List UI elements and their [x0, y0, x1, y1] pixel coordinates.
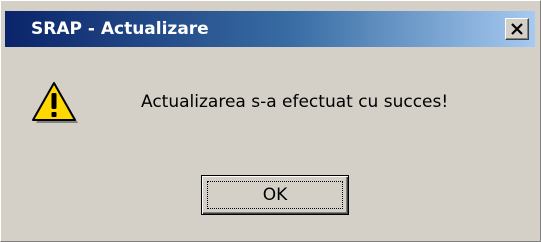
close-icon: [511, 23, 523, 35]
dialog-message: Actualizarea s-a efectuat cu succes!: [141, 92, 449, 112]
close-button[interactable]: [505, 18, 529, 40]
title-bar[interactable]: SRAP - Actualizare: [5, 11, 535, 47]
ok-button[interactable]: OK: [201, 175, 349, 215]
message-dialog: SRAP - Actualizare Actualizarea s-a efec…: [0, 0, 541, 242]
window-title: SRAP - Actualizare: [31, 19, 209, 39]
warning-icon: [31, 81, 79, 125]
ok-button-label: OK: [262, 185, 288, 205]
